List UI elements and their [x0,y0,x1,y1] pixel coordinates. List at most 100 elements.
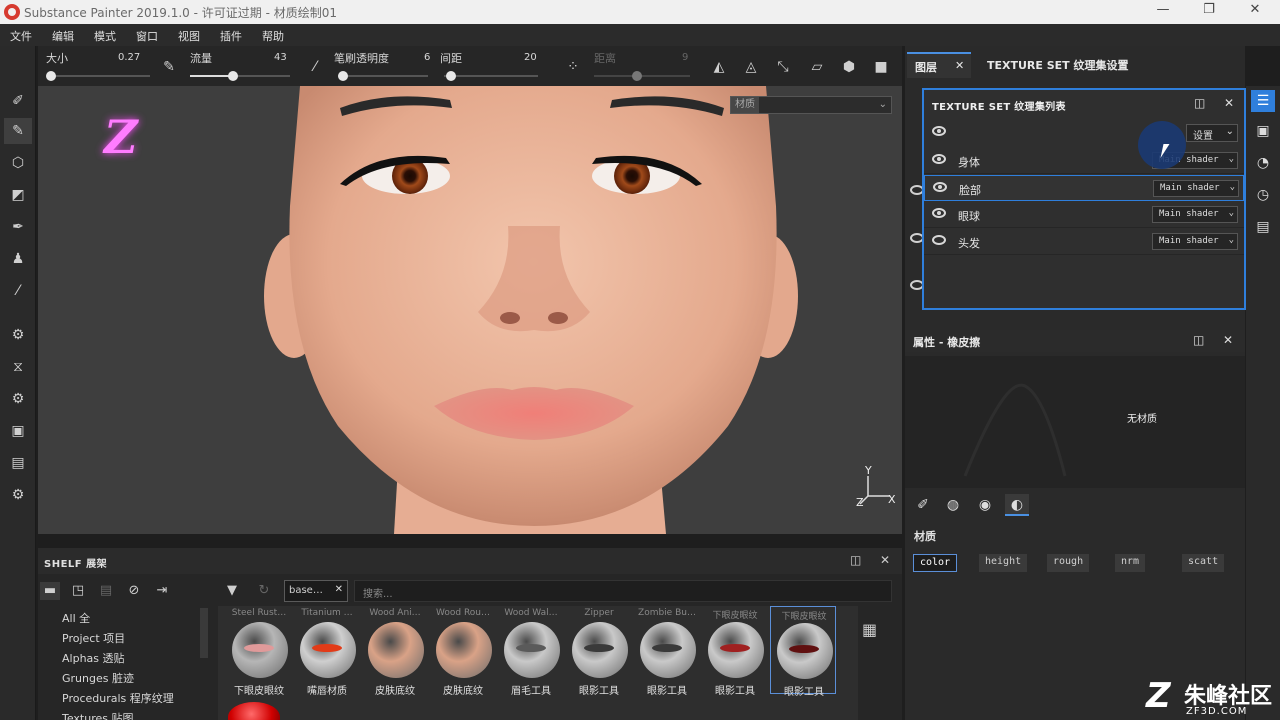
shader-settings-icon[interactable]: ◔ [1251,152,1275,174]
resources-icon[interactable]: ▤ [4,450,32,476]
texture-set-row[interactable]: 身体 Main shader ⌄ [924,148,1244,174]
menu-window[interactable]: 窗口 [136,28,158,44]
camera-plane-icon[interactable]: ▱ [808,58,826,76]
channel-rough-button[interactable]: rough [1047,554,1090,572]
category-scrollbar[interactable] [200,608,208,658]
flow-value[interactable]: 43 [274,52,287,63]
3d-viewport[interactable]: Y X Z Z 材质 ⌄ [38,86,902,534]
import-icon[interactable]: ⇥ [152,582,172,600]
projection-icon[interactable]: ⤡ [774,58,792,76]
shelf-filter-tag[interactable]: base… ✕ [284,580,348,602]
shelf-item[interactable]: Steel Rust… 下眼皮眼纹 [226,606,292,697]
shader-dropdown[interactable]: Main shader ⌄ [1153,180,1239,197]
photoshop-icon[interactable]: ▣ [4,418,32,444]
history-icon[interactable]: ◷ [1251,184,1275,206]
shelf-item[interactable]: 下眼皮眼纹 眼影工具 [702,606,768,697]
spacing-slider-knob[interactable] [446,71,456,81]
shelf-item[interactable]: Wood Wal… 眉毛工具 [498,606,564,697]
flow-slider[interactable] [190,71,290,81]
shelf-item[interactable]: Titanium … 嘴唇材质 [294,606,360,697]
channel-height-button[interactable]: height [979,554,1028,572]
log-icon[interactable]: ▤ [1251,216,1275,238]
shader-dropdown[interactable]: Main shader ⌄ [1152,206,1238,223]
opacity-slider[interactable] [338,71,428,81]
shelf-float-icon[interactable]: ◫ [850,553,861,567]
polygon-fill-icon[interactable]: ◩ [4,182,32,208]
texture-set-row[interactable]: 头发 Main shader ⌄ [924,229,1244,255]
spacing-slider[interactable] [444,71,538,81]
wrap-icon[interactable]: ◬ [742,58,760,76]
tab-layers[interactable]: 图层 ✕ [907,52,971,78]
shelf-item[interactable]: Zombie Bu… 眼影工具 [634,606,700,697]
symmetry-icon[interactable]: ◭ [710,58,728,76]
size-slider[interactable] [46,71,150,81]
restore-button[interactable]: ❐ [1194,2,1224,22]
shelf-item[interactable]: Zipper 眼影工具 [566,606,632,697]
menu-view[interactable]: 视图 [178,28,200,44]
channel-scatt-button[interactable]: scatt [1182,554,1225,572]
opacity-slider-knob[interactable] [338,71,348,81]
eye-icon[interactable] [932,208,946,218]
float-panel-icon[interactable]: ◫ [1194,96,1205,110]
projection-tool-icon[interactable]: ⬡ [4,150,32,176]
category-alphas[interactable]: Alphas 透贴 [62,650,212,670]
brush-settings-icon[interactable]: ✐ [911,494,935,516]
filter-icon[interactable]: ▼ [222,582,242,600]
close-window-button[interactable]: ✕ [1240,2,1270,22]
close-tab-icon[interactable]: ✕ [955,59,964,72]
eye-icon[interactable] [933,182,947,192]
spacing-value[interactable]: 20 [524,52,537,63]
menu-plugins[interactable]: 插件 [220,28,242,44]
shelf-close-icon[interactable]: ✕ [880,553,890,567]
texture-set-row[interactable]: 眼球 Main shader ⌄ [924,202,1244,228]
shader-dropdown[interactable]: Main shader ⌄ [1152,233,1238,250]
export-icon[interactable]: ⧖ [4,354,32,380]
shelf-item[interactable]: 下眼皮眼纹 眼影工具 [770,606,836,698]
shelf-item[interactable]: Wood Rou… 皮肤底纹 [430,606,496,697]
opacity-value[interactable]: 6 [424,52,430,63]
flow-slider-knob[interactable] [228,71,238,81]
refresh-icon[interactable]: ↻ [254,582,274,600]
grid-view-icon[interactable]: ▦ [862,620,877,639]
shelf-search-input[interactable]: 搜索... [354,580,892,602]
folder-icon[interactable]: ▬ [40,582,60,600]
material-display-dropdown[interactable]: 材质 ⌄ [730,96,892,114]
pen-pressure-icon[interactable]: ⁄ [306,58,324,76]
material-preview-ball[interactable] [228,702,280,720]
alpha-icon[interactable]: ◍ [941,494,965,516]
new-shelf-icon[interactable]: ◳ [68,582,88,600]
bake-icon[interactable]: ⚙ [4,322,32,348]
smudge-icon[interactable]: ✒ [4,214,32,240]
minimize-button[interactable]: — [1148,2,1178,22]
hide-icon[interactable]: ⊘ [124,582,144,600]
remove-tag-icon[interactable]: ✕ [335,584,343,595]
texture-set-list-icon[interactable]: ☰ [1251,90,1275,112]
size-slider-knob[interactable] [46,71,56,81]
category-textures[interactable]: Textures 贴图 [62,710,212,720]
category-grunges[interactable]: Grunges 脏迹 [62,670,212,690]
close-popup-icon[interactable]: ✕ [1224,96,1234,110]
float-panel-icon[interactable]: ◫ [1193,333,1204,347]
cube-view-icon[interactable]: ⬢ [840,58,858,76]
menu-mode[interactable]: 模式 [94,28,116,44]
category-project[interactable]: Project 项目 [62,630,212,650]
eraser-icon[interactable]: ✎ [4,118,32,144]
visibility-toggle-icon[interactable] [932,126,946,136]
channel-nrm-button[interactable]: nrm [1115,554,1146,572]
category-all[interactable]: All 全 [62,610,212,630]
category-procedurals[interactable]: Procedurals 程序纹理 [62,690,212,710]
color-picker-icon[interactable]: ⁄ [4,278,32,304]
camera-icon[interactable]: ■ [872,58,890,76]
menu-file[interactable]: 文件 [10,28,32,44]
close-panel-icon[interactable]: ✕ [1223,333,1233,347]
eye-icon[interactable] [932,154,946,164]
settings-icon[interactable]: ⚙ [4,482,32,508]
texture-set-row-selected[interactable]: 脸部 Main shader ⌄ [924,175,1244,201]
paint-brush-icon[interactable]: ✐ [4,88,32,114]
material-icon[interactable]: ◐ [1005,494,1029,516]
stencil-icon[interactable]: ◉ [973,494,997,516]
plugin-icon[interactable]: ⚙ [4,386,32,412]
shelf-item[interactable]: Wood Ani… 皮肤底纹 [362,606,428,697]
size-value[interactable]: 0.27 [118,52,140,63]
lazy-mouse-icon[interactable]: ⁘ [564,58,582,76]
